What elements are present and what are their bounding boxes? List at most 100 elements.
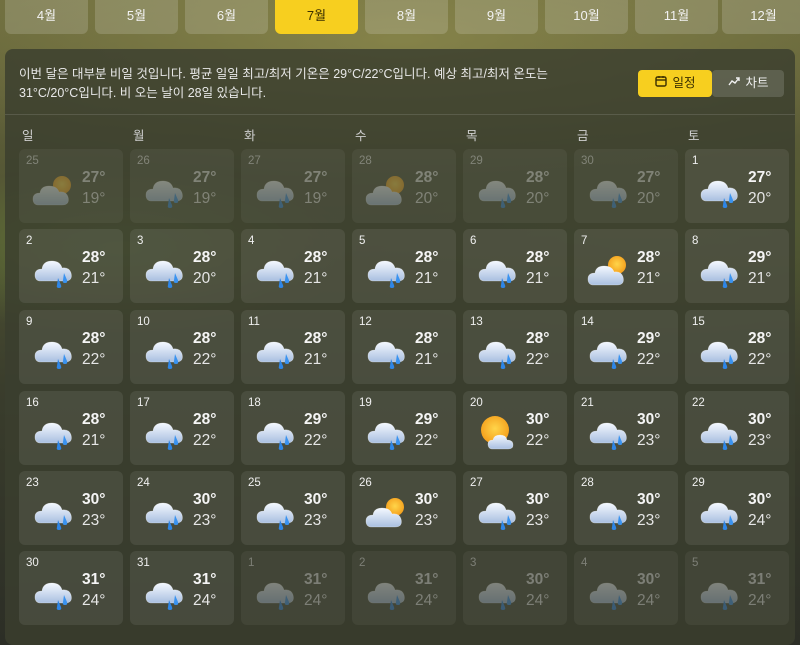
- day-number: 27: [470, 477, 483, 489]
- day-cell[interactable]: 29 30° 24°: [685, 471, 789, 545]
- day-number: 30: [26, 557, 39, 569]
- chart-view-button[interactable]: 차트: [712, 70, 784, 97]
- day-cell[interactable]: 12 28° 21°: [352, 310, 456, 384]
- day-cell[interactable]: 21 30° 23°: [574, 391, 678, 465]
- day-cell[interactable]: 26 27° 19°: [130, 149, 234, 223]
- low-temp: 22°: [526, 432, 550, 449]
- rain-icon: [697, 332, 743, 370]
- day-cell[interactable]: 16 28° 21°: [19, 391, 123, 465]
- high-temp: 28°: [415, 330, 439, 347]
- low-temp: 22°: [748, 351, 772, 368]
- day-number: 23: [26, 477, 39, 489]
- day-cell[interactable]: 5 28° 21°: [352, 229, 456, 303]
- day-cell[interactable]: 24 30° 23°: [130, 471, 234, 545]
- low-temp: 19°: [193, 190, 217, 207]
- day-number: 28: [359, 155, 372, 167]
- day-cell[interactable]: 1 31° 24°: [241, 551, 345, 625]
- day-cell[interactable]: 31 31° 24°: [130, 551, 234, 625]
- rain-icon: [364, 573, 410, 611]
- month-summary: 이번 달은 대부분 비일 것입니다. 평균 일일 최고/최저 기온은 29°C/…: [19, 67, 548, 100]
- high-temp: 27°: [82, 169, 106, 186]
- day-cell[interactable]: 4 30° 24°: [574, 551, 678, 625]
- day-cell[interactable]: 3 30° 24°: [463, 551, 567, 625]
- low-temp: 24°: [748, 592, 772, 609]
- rain-icon: [253, 332, 299, 370]
- day-cell[interactable]: 13 28° 22°: [463, 310, 567, 384]
- tab-month-10[interactable]: 10월: [545, 0, 628, 34]
- day-cell[interactable]: 30 31° 24°: [19, 551, 123, 625]
- rain-icon: [31, 573, 77, 611]
- rain-icon: [253, 493, 299, 531]
- rain-icon: [253, 413, 299, 451]
- day-cell[interactable]: 27 30° 23°: [463, 471, 567, 545]
- high-temp: 31°: [415, 571, 439, 588]
- high-temp: 28°: [637, 249, 661, 266]
- low-temp: 24°: [637, 592, 661, 609]
- day-cell[interactable]: 18 29° 22°: [241, 391, 345, 465]
- high-temp: 28°: [526, 330, 550, 347]
- tab-month-6[interactable]: 6월: [185, 0, 268, 34]
- rain-icon: [586, 493, 632, 531]
- tab-month-12[interactable]: 12월: [722, 0, 800, 34]
- tab-month-8[interactable]: 8월: [365, 0, 448, 34]
- rain-icon: [31, 413, 77, 451]
- high-temp: 30°: [304, 491, 328, 508]
- rain-icon: [142, 332, 188, 370]
- day-cell[interactable]: 11 28° 21°: [241, 310, 345, 384]
- day-number: 2: [359, 557, 366, 569]
- rain-icon: [697, 493, 743, 531]
- day-cell[interactable]: 2 31° 24°: [352, 551, 456, 625]
- tab-month-11[interactable]: 11월: [635, 0, 718, 34]
- month-tabs: 4월 5월 6월 7월 8월 9월 10월 11월 12월: [0, 0, 800, 36]
- day-cell[interactable]: 1 27° 20°: [685, 149, 789, 223]
- day-cell[interactable]: 8 29° 21°: [685, 229, 789, 303]
- day-cell[interactable]: 28 28° 20°: [352, 149, 456, 223]
- day-cell[interactable]: 17 28° 22°: [130, 391, 234, 465]
- day-number: 10: [137, 316, 150, 328]
- tab-month-7[interactable]: 7월: [275, 0, 358, 34]
- day-cell[interactable]: 22 30° 23°: [685, 391, 789, 465]
- tab-month-5[interactable]: 5월: [95, 0, 178, 34]
- day-cell[interactable]: 9 28° 22°: [19, 310, 123, 384]
- day-cell[interactable]: 19 29° 22°: [352, 391, 456, 465]
- calendar-icon: [654, 70, 668, 97]
- day-cell[interactable]: 30 27° 20°: [574, 149, 678, 223]
- low-temp: 20°: [415, 190, 439, 207]
- day-cell[interactable]: 20 30° 22°: [463, 391, 567, 465]
- day-number: 24: [137, 477, 150, 489]
- day-cell[interactable]: 25 27° 19°: [19, 149, 123, 223]
- day-cell[interactable]: 15 28° 22°: [685, 310, 789, 384]
- day-cell[interactable]: 25 30° 23°: [241, 471, 345, 545]
- tab-month-4[interactable]: 4월: [5, 0, 88, 34]
- high-temp: 28°: [82, 411, 106, 428]
- rain-icon: [475, 493, 521, 531]
- day-cell[interactable]: 28 30° 23°: [574, 471, 678, 545]
- tab-month-9[interactable]: 9월: [455, 0, 538, 34]
- day-number: 3: [470, 557, 477, 569]
- day-cell[interactable]: 26 30° 23°: [352, 471, 456, 545]
- rain-icon: [142, 493, 188, 531]
- day-number: 29: [470, 155, 483, 167]
- low-temp: 21°: [637, 270, 661, 287]
- day-cell[interactable]: 6 28° 21°: [463, 229, 567, 303]
- day-cell[interactable]: 2 28° 21°: [19, 229, 123, 303]
- low-temp: 24°: [82, 592, 106, 609]
- day-cell[interactable]: 10 28° 22°: [130, 310, 234, 384]
- partly-cloudy-icon: [31, 171, 77, 209]
- high-temp: 28°: [415, 249, 439, 266]
- chart-view-label: 차트: [745, 76, 769, 90]
- day-cell[interactable]: 3 28° 20°: [130, 229, 234, 303]
- day-cell[interactable]: 7 28° 21°: [574, 229, 678, 303]
- day-number: 8: [692, 235, 699, 247]
- high-temp: 30°: [526, 411, 550, 428]
- day-cell[interactable]: 27 27° 19°: [241, 149, 345, 223]
- day-cell[interactable]: 23 30° 23°: [19, 471, 123, 545]
- day-cell[interactable]: 14 29° 22°: [574, 310, 678, 384]
- calendar-view-button[interactable]: 일정: [638, 70, 712, 97]
- day-cell[interactable]: 5 31° 24°: [685, 551, 789, 625]
- day-number: 30: [581, 155, 594, 167]
- low-temp: 23°: [526, 512, 550, 529]
- rain-icon: [586, 171, 632, 209]
- day-cell[interactable]: 4 28° 21°: [241, 229, 345, 303]
- day-cell[interactable]: 29 28° 20°: [463, 149, 567, 223]
